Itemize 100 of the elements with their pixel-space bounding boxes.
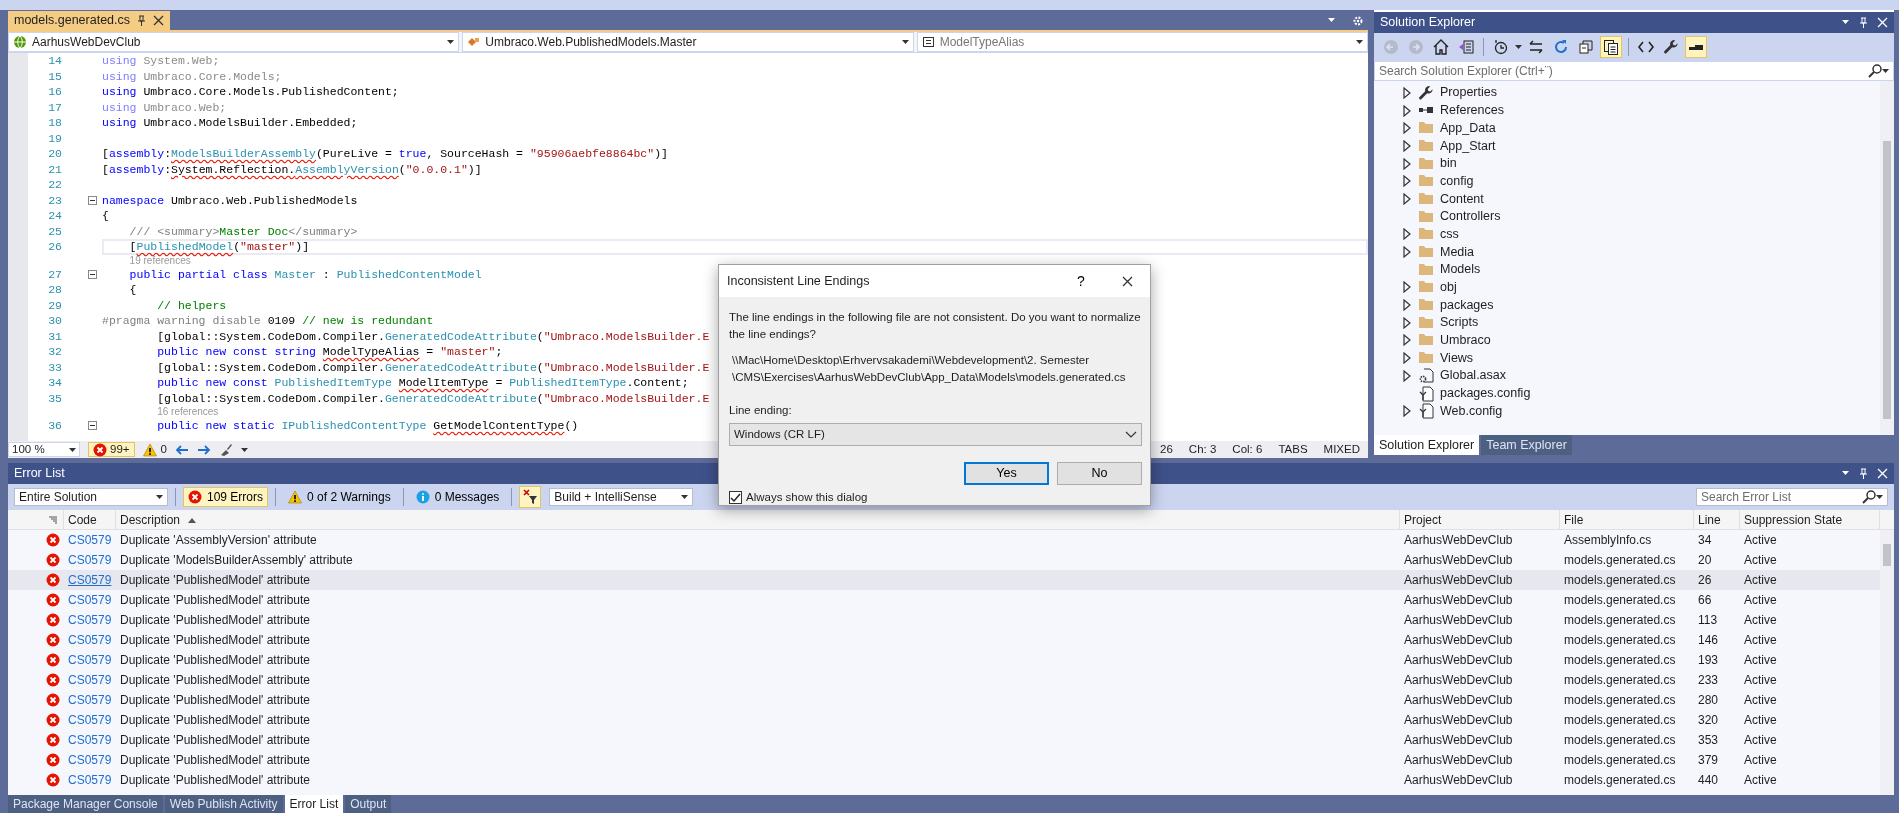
messages-filter-button[interactable]: 0 Messages [410, 487, 505, 507]
dropdown-icon[interactable] [1328, 18, 1336, 23]
column-header[interactable]: File [1564, 511, 1584, 529]
tree-item[interactable]: Global.asax [1440, 366, 1506, 386]
clear-filter-button[interactable] [519, 486, 542, 508]
show-all-files-button[interactable] [1600, 36, 1622, 58]
column-header[interactable]: Project [1404, 511, 1442, 529]
tree-item[interactable]: Controllers [1440, 207, 1501, 227]
column-header[interactable]: Line [1698, 511, 1721, 529]
error-row[interactable]: CS0579 Duplicate 'PublishedModel' attribute AarhusWebDevClub models.generated.cs 193 Active [8, 650, 1880, 670]
tree-item[interactable]: config [1440, 171, 1474, 191]
line-endings-indicator[interactable]: MIXED [1323, 440, 1360, 459]
zoom-dropdown[interactable]: 100 % [8, 442, 80, 457]
back-arrow-icon[interactable] [174, 443, 189, 456]
panel-tab[interactable]: Team Explorer [1481, 435, 1572, 455]
member-dropdown[interactable]: ModelTypeAlias [916, 32, 1368, 52]
panel-tab[interactable]: Package Manager Console [8, 795, 163, 813]
error-row[interactable]: CS0579 Duplicate 'PublishedModel' attribute AarhusWebDevClub models.generated.cs 146 Active [8, 630, 1880, 650]
expand-arrow-icon[interactable] [1402, 281, 1412, 294]
tree-item[interactable]: obj [1440, 278, 1457, 297]
expand-arrow-icon[interactable] [1402, 369, 1412, 382]
error-code-link[interactable]: CS0579 [68, 653, 112, 667]
expand-arrow-icon[interactable] [1402, 104, 1412, 117]
source-dropdown[interactable]: Build + IntelliSense [549, 488, 694, 506]
checkbox[interactable] [729, 491, 742, 505]
help-button[interactable]: ? [1058, 265, 1104, 297]
error-row[interactable]: CS0579 Duplicate 'PublishedModel' attribute AarhusWebDevClub models.generated.cs 280 Active [8, 690, 1880, 710]
expand-arrow-icon[interactable] [1402, 316, 1412, 329]
error-indicator[interactable]: 99+ [88, 442, 135, 457]
search-field[interactable]: Search Error List [1696, 488, 1888, 506]
tree-item[interactable]: css [1440, 224, 1459, 244]
panel-tab[interactable]: Solution Explorer [1374, 435, 1480, 455]
dropdown-icon[interactable] [1842, 471, 1850, 476]
error-code-link[interactable]: CS0579 [68, 753, 112, 767]
error-row[interactable]: CS0579 Duplicate 'ModelsBuilderAssembly' attribute AarhusWebDevClub models.generated.cs 20 Active [8, 550, 1880, 570]
expand-arrow-icon[interactable] [1402, 246, 1412, 259]
tree-item[interactable]: packages [1440, 295, 1494, 315]
expand-arrow-icon[interactable] [1402, 86, 1412, 99]
collapse-icon[interactable] [88, 195, 97, 205]
pin-icon[interactable] [1858, 16, 1869, 29]
error-row[interactable]: CS0579 Duplicate 'PublishedModel' attribute AarhusWebDevClub models.generated.cs 113 Active [8, 610, 1880, 630]
errors-filter-button[interactable]: 109 Errors [183, 487, 269, 507]
panel-tab[interactable]: Web Publish Activity [164, 795, 283, 813]
error-code-link[interactable]: CS0579 [68, 593, 112, 607]
column-header[interactable]: Suppression State [1744, 511, 1843, 529]
error-row[interactable]: CS0579 Duplicate 'AssemblyVersion' attribute AarhusWebDevClub AssemblyInfo.cs 34 Active [8, 530, 1880, 550]
expand-arrow-icon[interactable] [1402, 299, 1412, 312]
error-code-link[interactable]: CS0579 [68, 693, 112, 707]
line-ending-dropdown[interactable]: Windows (CR LF) [729, 423, 1142, 447]
tree-item[interactable]: Media [1440, 242, 1475, 262]
warnings-filter-button[interactable]: 0 of 2 Warnings [283, 487, 396, 507]
warning-count[interactable]: 0 [160, 440, 167, 459]
column-header[interactable]: Description [120, 511, 181, 529]
error-row[interactable]: CS0579 Duplicate 'PublishedModel' attribute AarhusWebDevClub models.generated.cs 353 Active [8, 730, 1880, 750]
document-tab[interactable]: models.generated.cs [8, 11, 171, 30]
error-row[interactable]: CS0579 Duplicate 'PublishedModel' attribute AarhusWebDevClub models.generated.cs 66 Active [8, 590, 1880, 610]
dialog-button[interactable]: Yes [964, 462, 1049, 486]
error-code-link[interactable]: CS0579 [68, 673, 112, 687]
tree-item[interactable]: Scripts [1440, 313, 1479, 333]
panel-tab[interactable]: Error List [284, 795, 344, 813]
tree-item[interactable]: Umbraco [1440, 331, 1491, 350]
error-code-link[interactable]: CS0579 [68, 613, 112, 627]
tree-item[interactable]: Web.config [1440, 401, 1503, 421]
error-code-link[interactable]: CS0579 [68, 533, 112, 547]
expand-arrow-icon[interactable] [1402, 352, 1412, 365]
error-row[interactable]: CS0579 Duplicate 'PublishedModel' attribute AarhusWebDevClub models.generated.cs 379 Active [8, 750, 1880, 770]
expand-arrow-icon[interactable] [1402, 192, 1412, 205]
checkbox-label[interactable]: Always show this dialog [746, 489, 868, 507]
expand-arrow-icon[interactable] [1402, 228, 1412, 241]
tree-item[interactable]: packages.config [1440, 384, 1531, 403]
expand-arrow-icon[interactable] [1402, 122, 1412, 135]
error-row[interactable]: CS0579 Duplicate 'PublishedModel' attribute AarhusWebDevClub models.generated.cs 320 Active [8, 710, 1880, 730]
tree-item[interactable]: Models [1440, 260, 1481, 280]
scrollbar[interactable] [1880, 530, 1894, 795]
error-code-link[interactable]: CS0579 [68, 553, 112, 567]
preview-button[interactable] [1685, 36, 1707, 58]
pin-icon[interactable] [136, 14, 148, 27]
scope-dropdown[interactable]: Entire Solution [14, 488, 168, 506]
tree-item[interactable]: App_Start [1440, 136, 1496, 156]
error-code-link[interactable]: CS0579 [68, 713, 112, 727]
panel-tab[interactable]: Output [345, 795, 392, 813]
error-row[interactable]: CS0579 Duplicate 'PublishedModel' attribute AarhusWebDevClub models.generated.cs 440 Active [8, 770, 1880, 790]
error-row[interactable]: CS0579 Duplicate 'PublishedModel' attribute AarhusWebDevClub models.generated.cs 26 Active [8, 570, 1880, 590]
search-field[interactable]: Search Solution Explorer (Ctrl+¨) [1374, 61, 1894, 81]
expand-arrow-icon[interactable] [1402, 334, 1412, 347]
close-icon[interactable] [153, 15, 165, 26]
error-code-link[interactable]: CS0579 [68, 773, 112, 787]
pin-icon[interactable] [1858, 467, 1869, 480]
class-dropdown[interactable]: Umbraco.Web.PublishedModels.Master [462, 32, 914, 52]
tree-item[interactable]: Views [1440, 348, 1474, 368]
tree-item[interactable]: Properties [1440, 83, 1497, 103]
caret-icon[interactable] [1515, 45, 1522, 49]
caret-icon[interactable] [240, 447, 248, 452]
project-dropdown[interactable]: AarhusWebDevClub [8, 32, 460, 52]
scrollbar[interactable] [1880, 81, 1894, 435]
error-row[interactable]: CS0579 Duplicate 'PublishedModel' attribute AarhusWebDevClub models.generated.cs 233 Active [8, 670, 1880, 690]
dropdown-icon[interactable] [1842, 20, 1850, 25]
column-header[interactable]: Code [68, 511, 97, 529]
tree-item[interactable]: App_Data [1440, 118, 1496, 138]
expand-arrow-icon[interactable] [1402, 139, 1412, 152]
